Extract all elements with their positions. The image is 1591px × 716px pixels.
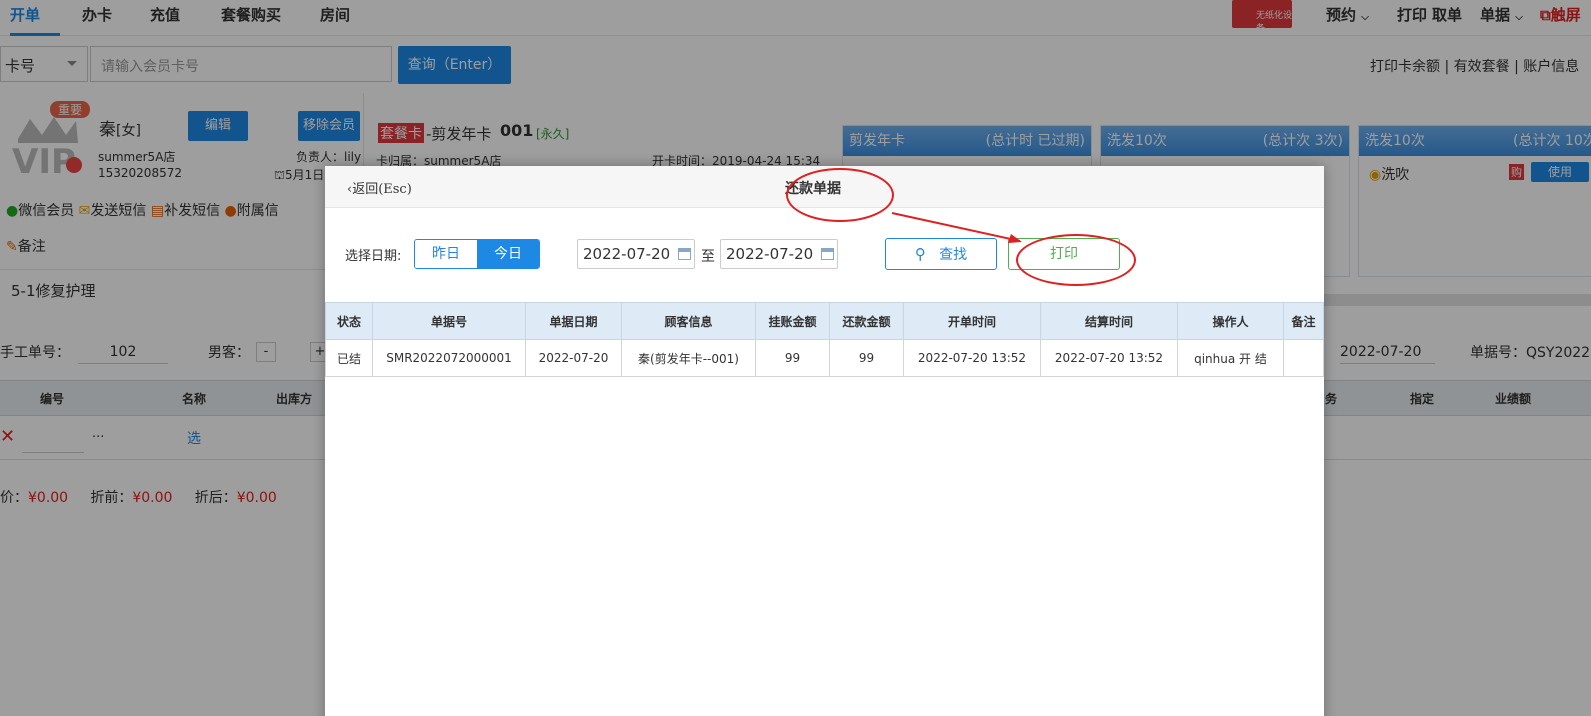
back-button[interactable]: ‹返回(Esc) bbox=[347, 178, 412, 197]
date-shortcut-toggle: 昨日 今日 bbox=[414, 239, 540, 269]
cell-repay-amount: 99 bbox=[829, 339, 904, 377]
col-settle-time: 结算时间 bbox=[1040, 302, 1178, 340]
annotation-ellipse-title bbox=[786, 168, 894, 222]
calendar-icon bbox=[821, 248, 834, 260]
today-button[interactable]: 今日 bbox=[477, 240, 539, 268]
col-status: 状态 bbox=[325, 302, 373, 340]
table-header-row: 状态 单据号 单据日期 顾客信息 挂账金额 还款金额 开单时间 结算时间 操作人… bbox=[325, 302, 1324, 340]
col-operator: 操作人 bbox=[1177, 302, 1284, 340]
cell-operator: qinhua 开 结 bbox=[1177, 339, 1284, 377]
date-label: 选择日期: bbox=[345, 249, 402, 264]
yesterday-button[interactable]: 昨日 bbox=[415, 240, 477, 268]
start-date-input[interactable]: 2022-07-20 bbox=[577, 239, 695, 269]
annotation-ellipse-print bbox=[1016, 234, 1136, 286]
end-date-input[interactable]: 2022-07-20 bbox=[720, 239, 838, 269]
calendar-icon bbox=[678, 248, 691, 260]
col-bill-no: 单据号 bbox=[372, 302, 526, 340]
col-bill-date: 单据日期 bbox=[525, 302, 622, 340]
annotation-arrow-icon bbox=[891, 212, 1022, 243]
repayment-table: 状态 单据号 单据日期 顾客信息 挂账金额 还款金额 开单时间 结算时间 操作人… bbox=[325, 302, 1324, 377]
col-remark: 备注 bbox=[1283, 302, 1324, 340]
cell-bill-no: SMR2022072000001 bbox=[372, 339, 526, 377]
col-customer: 顾客信息 bbox=[621, 302, 756, 340]
repayment-bill-dialog: ‹返回(Esc) 还款单据 选择日期: 昨日 今日 2022-07-20 至 2… bbox=[325, 166, 1324, 716]
col-open-time: 开单时间 bbox=[903, 302, 1041, 340]
cell-charge-amount: 99 bbox=[755, 339, 830, 377]
col-charge-amount: 挂账金额 bbox=[755, 302, 830, 340]
table-row[interactable]: 已结 SMR2022072000001 2022-07-20 秦(剪发年卡--0… bbox=[325, 339, 1324, 377]
cell-customer: 秦(剪发年卡--001) bbox=[621, 339, 756, 377]
cell-settle-time: 2022-07-20 13:52 bbox=[1040, 339, 1178, 377]
cell-open-time: 2022-07-20 13:52 bbox=[903, 339, 1041, 377]
col-repay-amount: 还款金额 bbox=[829, 302, 904, 340]
cell-bill-date: 2022-07-20 bbox=[525, 339, 622, 377]
cell-status: 已结 bbox=[325, 339, 373, 377]
date-range-separator: 至 bbox=[701, 249, 715, 265]
cell-remark bbox=[1283, 339, 1324, 377]
